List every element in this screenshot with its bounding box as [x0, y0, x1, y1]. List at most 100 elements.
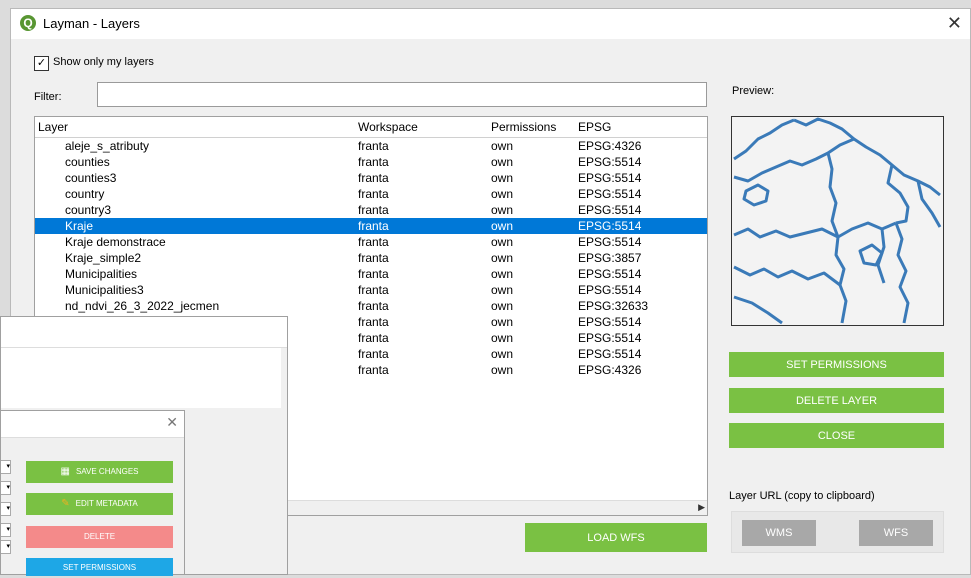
table-row[interactable]: aleje_s_atributy franta own EPSG:4326	[35, 138, 707, 154]
cell-layer: Kraje demonstrace	[65, 235, 166, 249]
cell-permissions: own	[491, 331, 514, 345]
set-permissions-button[interactable]: SET PERMISSIONS	[729, 352, 944, 377]
cell-permissions: own	[491, 219, 514, 233]
table-row[interactable]: country franta own EPSG:5514	[35, 186, 707, 202]
cell-permissions: own	[491, 315, 514, 329]
cell-permissions: own	[491, 363, 514, 377]
filter-input[interactable]	[97, 82, 707, 107]
preview-label: Preview:	[732, 85, 775, 97]
table-row[interactable]: Kraje franta own EPSG:5514	[35, 218, 707, 234]
cell-layer: Kraje	[65, 219, 94, 233]
cell-permissions: own	[491, 235, 514, 249]
cell-epsg: EPSG:5514	[578, 347, 642, 361]
cell-permissions: own	[491, 283, 514, 297]
column-header-workspace[interactable]: Workspace	[358, 120, 418, 134]
cell-layer: counties	[65, 155, 110, 169]
show-only-my-layers-label: Show only my layers	[53, 56, 154, 68]
cell-epsg: EPSG:5514	[578, 283, 642, 297]
cell-workspace: franta	[358, 299, 389, 313]
close-dialog-icon[interactable]: ✕	[166, 414, 178, 431]
cell-permissions: own	[491, 139, 514, 153]
column-header-epsg[interactable]: EPSG	[578, 120, 611, 134]
cell-workspace: franta	[358, 187, 389, 201]
combo-box-1[interactable]: ▾	[1, 460, 11, 474]
combo-box-3[interactable]: ▾	[1, 502, 11, 516]
table-row[interactable]: Kraje demonstrace franta own EPSG:5514	[35, 234, 707, 250]
table-header: Layer Workspace Permissions EPSG	[35, 117, 707, 138]
cell-layer: country	[65, 187, 105, 201]
background-dialog-titlebar	[1, 317, 287, 348]
column-header-layer[interactable]: Layer	[38, 120, 68, 134]
cell-layer: aleje_s_atributy	[65, 139, 150, 153]
cell-workspace: franta	[358, 315, 389, 329]
cell-layer: counties3	[65, 171, 117, 185]
save-disk-icon: ▦	[60, 466, 70, 477]
layer-url-label: Layer URL (copy to clipboard)	[729, 490, 875, 502]
cell-workspace: franta	[358, 283, 389, 297]
dialog-set-permissions-button[interactable]: SET PERMISSIONS	[26, 558, 173, 576]
cell-epsg: EPSG:5514	[578, 267, 642, 281]
cell-permissions: own	[491, 267, 514, 281]
cell-epsg: EPSG:4326	[578, 363, 642, 377]
scroll-right-arrow-icon[interactable]: ▶	[698, 502, 705, 513]
delete-button[interactable]: DELETE	[26, 526, 173, 548]
cell-layer: country3	[65, 203, 112, 217]
cell-workspace: franta	[358, 155, 389, 169]
cell-epsg: EPSG:3857	[578, 251, 642, 265]
table-row[interactable]: nd_ndvi_26_3_2022_jecmen franta own EPSG:32…	[35, 298, 707, 314]
cell-workspace: franta	[358, 363, 389, 377]
cell-epsg: EPSG:5514	[578, 171, 642, 185]
cell-permissions: own	[491, 187, 514, 201]
delete-layer-button[interactable]: DELETE LAYER	[729, 388, 944, 413]
cell-workspace: franta	[358, 235, 389, 249]
save-changes-button[interactable]: ▦ SAVE CHANGES	[26, 461, 173, 483]
close-button[interactable]: CLOSE	[729, 423, 944, 448]
combo-box-4[interactable]: ▾	[1, 523, 11, 537]
cell-epsg: EPSG:5514	[578, 331, 642, 345]
close-window-button[interactable]: ✕	[947, 13, 962, 34]
cell-epsg: EPSG:32633	[578, 299, 649, 313]
cell-epsg: EPSG:4326	[578, 139, 642, 153]
edit-metadata-label: EDIT METADATA	[75, 499, 138, 508]
cell-permissions: own	[491, 251, 514, 265]
table-row[interactable]: counties3 franta own EPSG:5514	[35, 170, 707, 186]
cell-layer: nd_ndvi_26_3_2022_jecmen	[65, 299, 220, 313]
cell-workspace: franta	[358, 219, 389, 233]
table-row[interactable]: Municipalities3 franta own EPSG:5514	[35, 282, 707, 298]
cell-permissions: own	[491, 203, 514, 217]
show-only-my-layers-checkbox[interactable]: ✓	[34, 56, 49, 71]
cell-epsg: EPSG:5514	[578, 315, 642, 329]
cell-workspace: franta	[358, 251, 389, 265]
cell-epsg: EPSG:5514	[578, 187, 642, 201]
column-header-permissions[interactable]: Permissions	[491, 120, 556, 134]
cell-epsg: EPSG:5514	[578, 235, 642, 249]
window-title: Layman - Layers	[43, 16, 140, 31]
region-boundaries-map	[733, 117, 942, 325]
layer-preview-map	[731, 116, 944, 326]
cell-workspace: franta	[358, 331, 389, 345]
layer-edit-dialog-titlebar: ✕	[1, 411, 184, 438]
wms-button[interactable]: WMS	[742, 520, 816, 546]
table-row[interactable]: country3 franta own EPSG:5514	[35, 202, 707, 218]
cell-workspace: franta	[358, 139, 389, 153]
edit-metadata-button[interactable]: ✎ EDIT METADATA	[26, 493, 173, 515]
cell-layer: Kraje_simple2	[65, 251, 142, 265]
title-bar: Q Layman - Layers ✕	[11, 9, 970, 39]
cell-workspace: franta	[358, 347, 389, 361]
cell-workspace: franta	[358, 267, 389, 281]
background-dialog-body	[1, 348, 281, 408]
combo-box-2[interactable]: ▾	[1, 481, 11, 495]
qgis-logo-icon: Q	[20, 15, 36, 31]
load-wfs-button[interactable]: LOAD WFS	[525, 523, 707, 552]
table-row[interactable]: counties franta own EPSG:5514	[35, 154, 707, 170]
cell-permissions: own	[491, 171, 514, 185]
cell-workspace: franta	[358, 203, 389, 217]
layer-edit-dialog: ✕ ▾ ▾ ▾ ▾ ▾ ▦ SAVE CHANGES ✎ EDIT METADATA…	[0, 410, 185, 576]
cell-layer: Municipalities	[65, 267, 138, 281]
wfs-button[interactable]: WFS	[859, 520, 933, 546]
cell-permissions: own	[491, 155, 514, 169]
table-row[interactable]: Kraje_simple2 franta own EPSG:3857	[35, 250, 707, 266]
table-row[interactable]: Municipalities franta own EPSG:5514	[35, 266, 707, 282]
combo-box-5[interactable]: ▾	[1, 540, 11, 554]
cell-permissions: own	[491, 347, 514, 361]
